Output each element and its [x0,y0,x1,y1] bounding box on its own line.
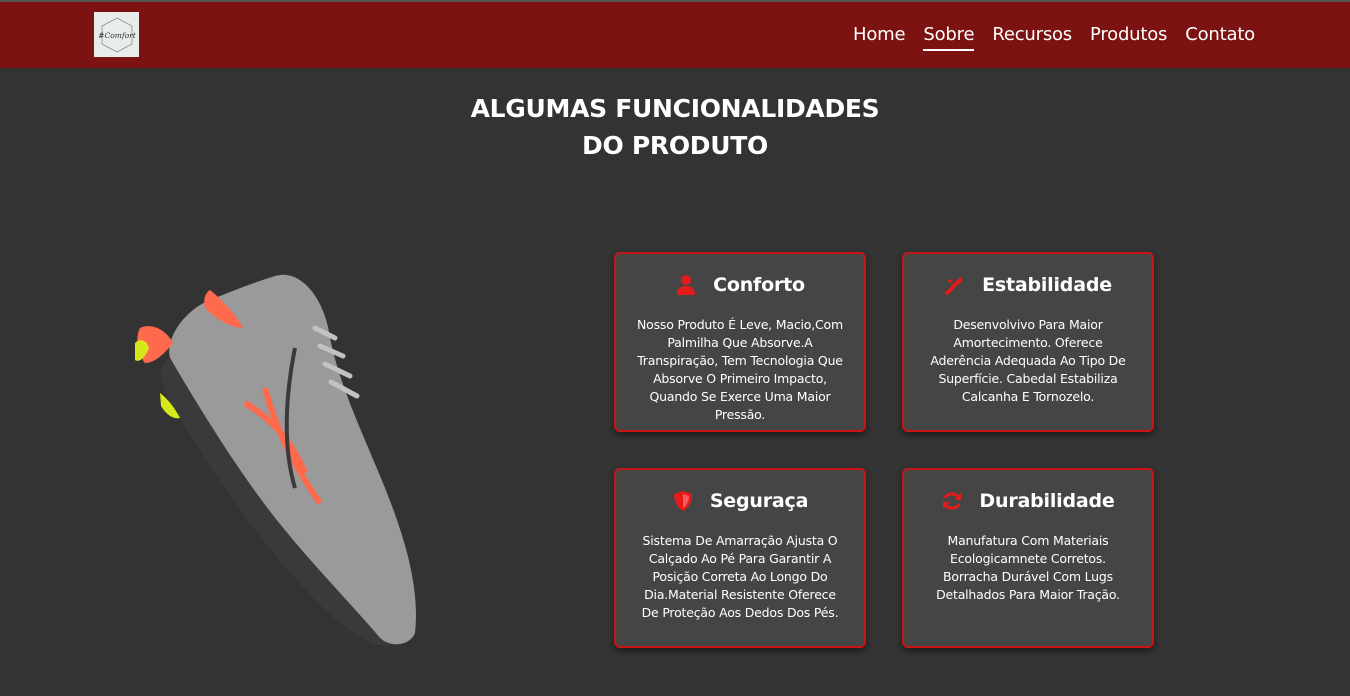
navbar: #Comfort Home Sobre Recursos Produtos Co… [0,0,1350,68]
shoe-image [125,268,425,648]
feature-title: Conforto [713,274,805,296]
nav-link-contato[interactable]: Contato [1185,24,1255,51]
feature-text: Desenvolvivo Para Maior Amortecimento. O… [930,317,1126,404]
feature-card-conforto: Conforto Nosso Produto É Leve, Macio,Com… [614,252,866,432]
refresh-icon [941,490,963,512]
nav-link-recursos[interactable]: Recursos [992,24,1072,51]
feature-title: Durabilidade [979,490,1115,512]
feature-card-durabilidade: Durabilidade Manufatura Com Materiais Ec… [902,468,1154,648]
shield-icon [672,490,694,512]
magic-wand-icon [944,274,966,296]
user-icon [675,274,697,296]
feature-text: Nosso Produto É Leve, Macio,Com Palmilha… [637,317,843,422]
feature-card-estabilidade: Estabilidade Desenvolvivo Para Maior Amo… [902,252,1154,432]
logo-emblem: #Comfort [98,17,137,52]
section-title-line1: ALGUMAS FUNCIONALIDADES [470,94,880,123]
feature-title: Seguraça [709,490,809,512]
feature-card-seguranca: Seguraça Sistema De Amarração Ajusta O C… [614,468,866,648]
section-title-line2: DO PRODUTO [582,131,768,160]
logo-text: #Comfort [98,31,137,40]
logo[interactable]: #Comfort [94,12,139,57]
nav-link-sobre[interactable]: Sobre [923,24,975,51]
feature-text: Manufatura Com Materiais Ecologicamnete … [936,533,1120,602]
section-title: ALGUMAS FUNCIONALIDADES DO PRODUTO [0,90,1350,164]
nav-links: Home Sobre Recursos Produtos Contato [853,24,1255,51]
nav-link-home[interactable]: Home [853,24,906,51]
nav-link-produtos[interactable]: Produtos [1090,24,1167,51]
feature-text: Sistema De Amarração Ajusta O Calçado Ao… [641,533,839,620]
feature-title: Estabilidade [982,274,1112,296]
